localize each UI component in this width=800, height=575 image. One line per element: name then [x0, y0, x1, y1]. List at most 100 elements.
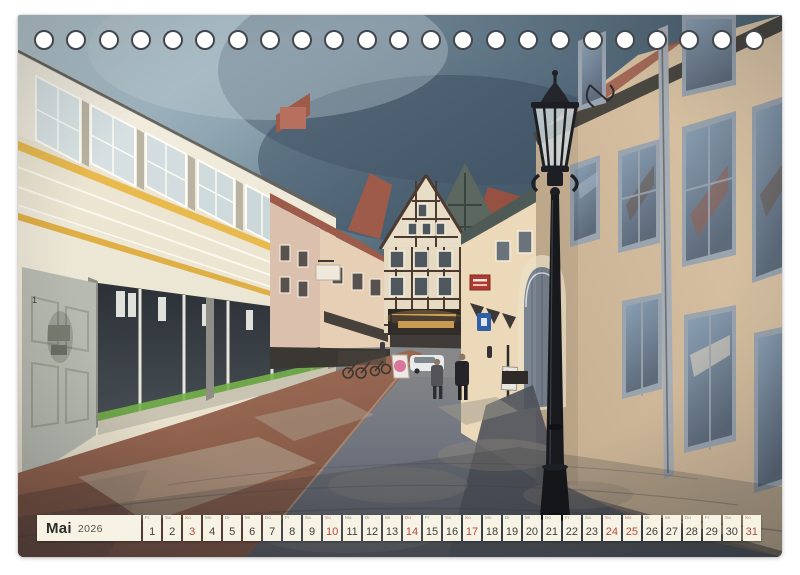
day-number: 22 [566, 527, 578, 538]
binder-hole [712, 30, 732, 50]
calendar-day-cell: So 24 [603, 515, 621, 541]
day-number: 26 [646, 527, 658, 538]
weekday-abbr: Mi [665, 516, 670, 521]
weekday-abbr: Fr [565, 516, 569, 521]
weekday-abbr: Sa [165, 516, 171, 521]
day-number: 27 [666, 527, 678, 538]
day-number: 13 [386, 527, 398, 538]
day-number: 17 [466, 527, 478, 538]
binder-hole [679, 30, 699, 50]
binder-hole [357, 30, 377, 50]
binder-hole [518, 30, 538, 50]
day-number: 10 [326, 527, 338, 538]
day-number: 7 [269, 527, 275, 538]
day-number: 3 [189, 527, 195, 538]
calendar-day-cell: Do 7 [263, 515, 281, 541]
weekday-abbr: Di [225, 516, 229, 521]
day-number: 12 [366, 527, 378, 538]
calendar-day-cell: Sa 23 [583, 515, 601, 541]
weekday-abbr: So [185, 516, 191, 521]
calendar-day-cell: Do 28 [683, 515, 701, 541]
calendar-day-cell: Fr 8 [283, 515, 301, 541]
binder-hole [131, 30, 151, 50]
day-number: 20 [526, 527, 538, 538]
weekday-abbr: So [745, 516, 751, 521]
calendar-day-cell: Sa 30 [723, 515, 741, 541]
calendar-day-cell: Fr 1 [143, 515, 161, 541]
weekday-abbr: So [325, 516, 331, 521]
weekday-abbr: Fr [425, 516, 429, 521]
calendar-day-cell: Sa 2 [163, 515, 181, 541]
binder-hole [260, 30, 280, 50]
calendar-day-cell: Di 5 [223, 515, 241, 541]
weekday-abbr: Mi [525, 516, 530, 521]
weekday-abbr: Di [505, 516, 509, 521]
day-number: 1 [149, 527, 155, 538]
calendar-day-cell: Mo 11 [343, 515, 361, 541]
day-number: 5 [229, 527, 235, 538]
calendar-day-cell: Mi 27 [663, 515, 681, 541]
calendar-day-cell: Sa 9 [303, 515, 321, 541]
calendar-day-cell: Mi 20 [523, 515, 541, 541]
weekday-abbr: Mi [245, 516, 250, 521]
weekday-abbr: So [605, 516, 611, 521]
weekday-abbr: Mo [485, 516, 492, 521]
day-number: 9 [309, 527, 315, 538]
day-number: 15 [426, 527, 438, 538]
weekday-abbr: Sa [585, 516, 591, 521]
binder-hole [744, 30, 764, 50]
binder-hole [228, 30, 248, 50]
binder-holes [34, 30, 764, 50]
day-number: 24 [606, 527, 618, 538]
day-number: 23 [586, 527, 598, 538]
day-number: 18 [486, 527, 498, 538]
weekday-abbr: Di [365, 516, 369, 521]
weekday-abbr: Mi [385, 516, 390, 521]
weekday-abbr: Mo [625, 516, 632, 521]
day-number: 31 [746, 527, 758, 538]
binder-hole [324, 30, 344, 50]
day-number: 8 [289, 527, 295, 538]
weekday-abbr: Di [645, 516, 649, 521]
month-box: Mai 2026 [37, 515, 141, 541]
calendar-strip: Mai 2026 Fr 1 Sa 2 So 3 Mo 4 Di 5 Mi 6 D… [37, 515, 761, 541]
day-number: 29 [706, 527, 718, 538]
weekday-abbr: Do [545, 516, 551, 521]
calendar-day-cell: So 17 [463, 515, 481, 541]
calendar-day-cell: Di 12 [363, 515, 381, 541]
weekday-abbr: Fr [705, 516, 709, 521]
day-number: 11 [346, 527, 357, 538]
weekday-abbr: Fr [145, 516, 149, 521]
calendar-day-cell: Mo 4 [203, 515, 221, 541]
weekday-abbr: Do [265, 516, 271, 521]
binder-hole [389, 30, 409, 50]
day-number: 30 [726, 527, 738, 538]
weekday-abbr: Sa [305, 516, 311, 521]
weekday-abbr: Mo [345, 516, 352, 521]
weekday-abbr: Mo [205, 516, 212, 521]
day-number: 28 [686, 527, 698, 538]
calendar-day-cell: Mi 13 [383, 515, 401, 541]
calendar-day-cell: Mo 18 [483, 515, 501, 541]
day-number: 21 [546, 527, 558, 538]
day-strip: Fr 1 Sa 2 So 3 Mo 4 Di 5 Mi 6 Do 7 Fr 8 … [143, 515, 761, 541]
calendar-day-cell: Mi 6 [243, 515, 261, 541]
binder-hole [195, 30, 215, 50]
binder-hole [453, 30, 473, 50]
binder-hole [66, 30, 86, 50]
binder-hole [34, 30, 54, 50]
calendar-day-cell: Fr 22 [563, 515, 581, 541]
weekday-abbr: Do [405, 516, 411, 521]
calendar-day-cell: Di 26 [643, 515, 661, 541]
binder-hole [550, 30, 570, 50]
calendar-day-cell: Do 21 [543, 515, 561, 541]
day-number: 19 [506, 527, 518, 538]
weekday-abbr: Fr [285, 516, 289, 521]
month-label: Mai [46, 520, 72, 537]
weekday-abbr: So [465, 516, 471, 521]
day-number: 2 [169, 527, 175, 538]
weekday-abbr: Sa [725, 516, 731, 521]
photo-scene: 1 [18, 15, 782, 557]
day-number: 16 [446, 527, 458, 538]
calendar-day-cell: Do 14 [403, 515, 421, 541]
